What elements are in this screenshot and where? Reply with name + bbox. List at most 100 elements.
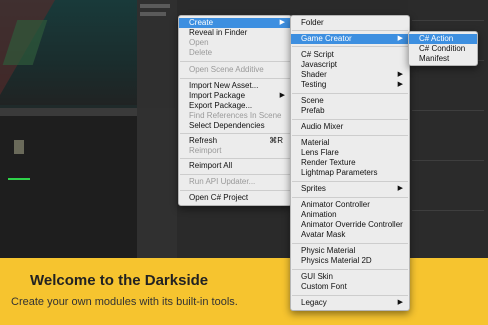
menu-item-open-scene-additive[interactable]: Open Scene Additive — [179, 65, 291, 75]
menu-item-physics-material-2d[interactable]: Physics Material 2D — [291, 256, 409, 266]
menu-item-label: Refresh — [189, 136, 218, 145]
menu-item-label: Folder — [301, 18, 324, 27]
menu-item-label: Animation — [301, 210, 337, 219]
menu-item-open-csharp-project[interactable]: Open C# Project — [179, 193, 291, 203]
menu-item-label: Open C# Project — [189, 193, 249, 202]
menu-item-reimport-all[interactable]: Reimport All — [179, 161, 291, 171]
menu-item-label: Open Scene Additive — [189, 65, 264, 74]
selection-indicator — [8, 178, 30, 180]
menu-separator — [292, 269, 408, 270]
menu-item-lightmap-parameters[interactable]: Lightmap Parameters — [291, 168, 409, 178]
menu-item-label: Import New Asset... — [189, 81, 259, 90]
submenu-arrow-icon: ▶ — [397, 81, 403, 88]
menu-item-manifest[interactable]: Manifest — [409, 54, 477, 64]
menu-item-label: Open — [189, 38, 209, 47]
menu-item-csharp-condition[interactable]: C# Condition — [409, 44, 477, 54]
shortcut-label: ⌘R — [269, 136, 283, 145]
menu-item-game-creator[interactable]: Game Creator ▶ — [291, 34, 409, 44]
menu-separator — [292, 197, 408, 198]
hierarchy-panel[interactable] — [137, 0, 177, 108]
menu-separator — [292, 295, 408, 296]
menu-item-animator-override-controller[interactable]: Animator Override Controller — [291, 220, 409, 230]
submenu-arrow-icon: ▶ — [279, 19, 285, 26]
menu-item-select-dependencies[interactable]: Select Dependencies — [179, 121, 291, 131]
menu-item-sprites[interactable]: Sprites ▶ — [291, 184, 409, 194]
inspector-divider — [412, 210, 484, 211]
menu-item-label: Reveal in Finder — [189, 28, 248, 37]
menu-item-label: Prefab — [301, 106, 325, 115]
menu-item-run-api-updater[interactable]: Run API Updater... — [179, 177, 291, 187]
menu-item-open[interactable]: Open — [179, 38, 291, 48]
menu-item-csharp-action[interactable]: C# Action — [409, 34, 477, 44]
menu-item-label: Reimport All — [189, 161, 233, 170]
menu-item-label: Material — [301, 138, 330, 147]
menu-item-csharp-script[interactable]: C# Script — [291, 50, 409, 60]
menu-separator — [180, 158, 290, 159]
menu-item-physic-material[interactable]: Physic Material — [291, 246, 409, 256]
menu-item-scene[interactable]: Scene — [291, 96, 409, 106]
menu-item-label: C# Script — [301, 50, 334, 59]
menu-item-export-package[interactable]: Export Package... — [179, 101, 291, 111]
menu-item-label: Physic Material — [301, 246, 356, 255]
menu-item-audio-mixer[interactable]: Audio Mixer — [291, 122, 409, 132]
menu-item-animation[interactable]: Animation — [291, 210, 409, 220]
inspector-divider — [412, 110, 484, 111]
menu-item-label: Avatar Mask — [301, 230, 346, 239]
menu-item-label: GUI Skin — [301, 272, 334, 281]
menu-separator — [292, 181, 408, 182]
menu-item-refresh[interactable]: Refresh ⌘R — [179, 136, 291, 146]
menu-item-reveal-in-finder[interactable]: Reveal in Finder — [179, 28, 291, 38]
menu-item-label: Run API Updater... — [189, 177, 256, 186]
project-panel[interactable] — [137, 108, 177, 258]
menu-item-label: Animator Override Controller — [301, 220, 403, 229]
submenu-arrow-icon: ▶ — [397, 185, 403, 192]
menu-separator — [292, 119, 408, 120]
submenu-arrow-icon: ▶ — [397, 35, 403, 42]
menu-separator — [180, 133, 290, 134]
menu-item-create[interactable]: Create ▶ — [179, 18, 291, 28]
context-menu: Create ▶ Reveal in Finder Open Delete Op… — [178, 15, 292, 206]
submenu-arrow-icon: ▶ — [397, 71, 403, 78]
menu-item-label: Manifest — [419, 54, 450, 63]
menu-separator — [180, 174, 290, 175]
menu-item-label: Testing — [301, 80, 327, 89]
game-creator-submenu: C# Action C# Condition Manifest — [408, 31, 478, 66]
menu-item-label: Javascript — [301, 60, 338, 69]
menu-item-legacy[interactable]: Legacy ▶ — [291, 298, 409, 308]
menu-separator — [180, 190, 290, 191]
menu-item-import-new-asset[interactable]: Import New Asset... — [179, 81, 291, 91]
menu-item-find-references[interactable]: Find References In Scene — [179, 111, 291, 121]
menu-item-delete[interactable]: Delete — [179, 48, 291, 58]
menu-item-animator-controller[interactable]: Animator Controller — [291, 200, 409, 210]
menu-item-import-package[interactable]: Import Package ▶ — [179, 91, 291, 101]
game-view[interactable] — [0, 108, 137, 258]
menu-item-gui-skin[interactable]: GUI Skin — [291, 272, 409, 282]
inspector-divider — [412, 20, 484, 21]
menu-item-testing[interactable]: Testing ▶ — [291, 80, 409, 90]
hierarchy-row[interactable] — [140, 4, 170, 8]
menu-item-custom-font[interactable]: Custom Font — [291, 282, 409, 292]
menu-item-label: Sprites — [301, 184, 326, 193]
menu-item-lens-flare[interactable]: Lens Flare — [291, 148, 409, 158]
menu-item-label: Find References In Scene — [189, 111, 282, 120]
menu-separator — [292, 46, 408, 47]
menu-item-material[interactable]: Material — [291, 138, 409, 148]
menu-item-label: Import Package — [189, 91, 246, 100]
menu-item-label: Lens Flare — [301, 148, 339, 157]
game-view-toolbar[interactable] — [0, 108, 137, 116]
submenu-arrow-icon: ▶ — [397, 299, 403, 306]
menu-item-folder[interactable]: Folder — [291, 18, 409, 28]
menu-item-shader[interactable]: Shader ▶ — [291, 70, 409, 80]
menu-item-prefab[interactable]: Prefab — [291, 106, 409, 116]
hierarchy-row[interactable] — [140, 12, 166, 16]
menu-item-label: Create — [189, 18, 214, 27]
menu-item-reimport[interactable]: Reimport — [179, 146, 291, 156]
menu-item-avatar-mask[interactable]: Avatar Mask — [291, 230, 409, 240]
menu-item-label: Animator Controller — [301, 200, 370, 209]
menu-item-label: Physics Material 2D — [301, 256, 372, 265]
menu-item-render-texture[interactable]: Render Texture — [291, 158, 409, 168]
menu-item-label: Select Dependencies — [189, 121, 265, 130]
menu-item-label: Render Texture — [301, 158, 356, 167]
menu-item-javascript[interactable]: Javascript — [291, 60, 409, 70]
inspector-divider — [412, 160, 484, 161]
